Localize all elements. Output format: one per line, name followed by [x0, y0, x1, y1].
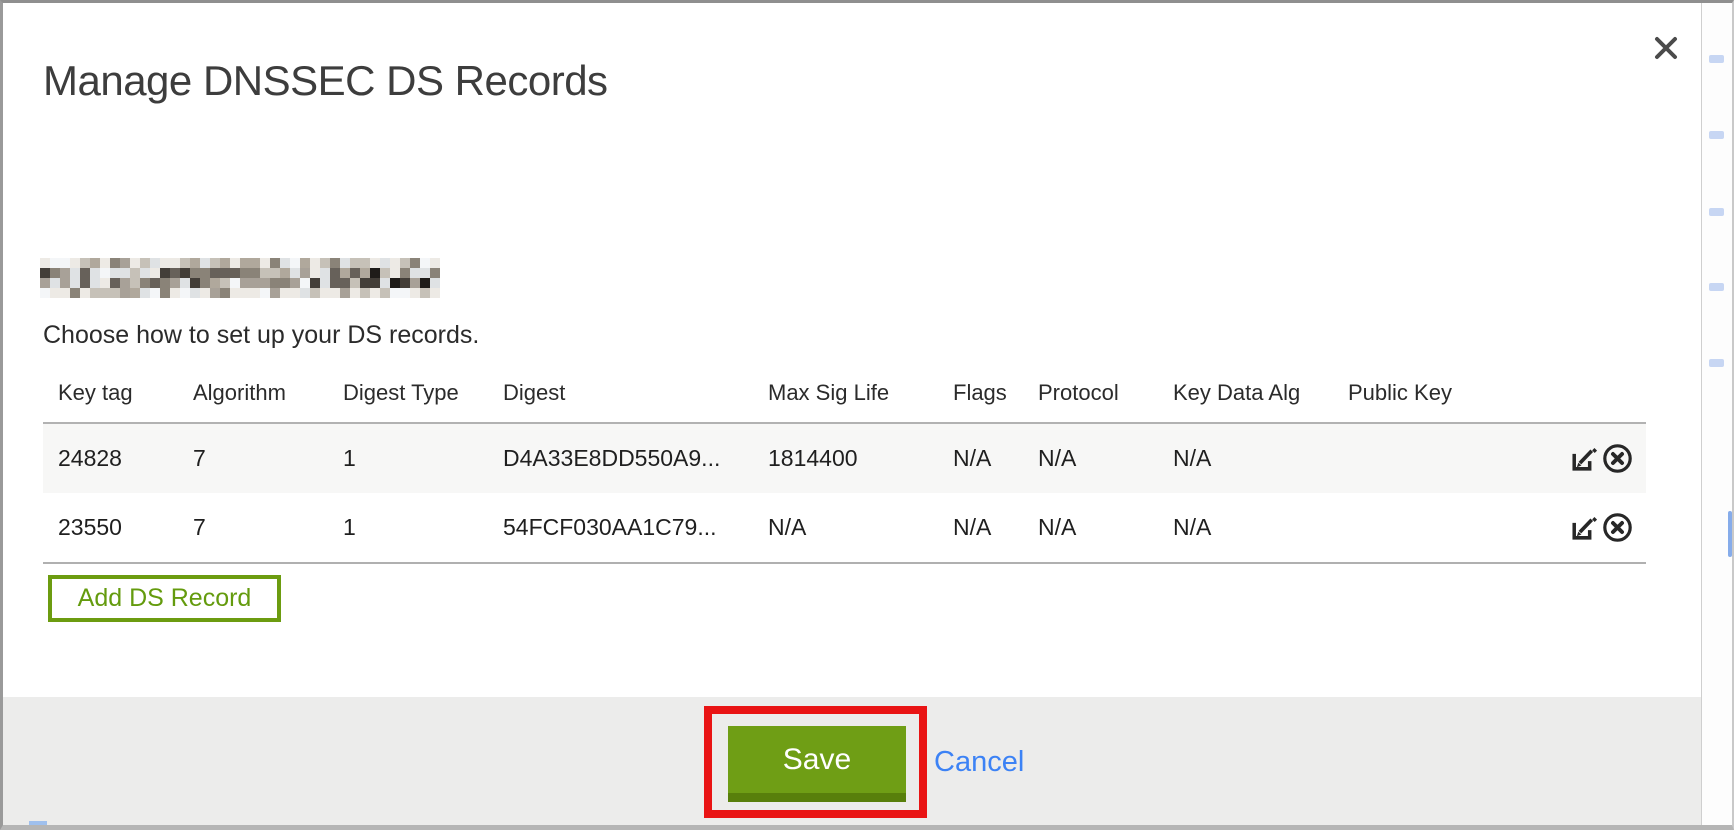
background-page-strip: [1702, 3, 1732, 825]
edit-icon: [1567, 511, 1600, 544]
cell-protocol: N/A: [1038, 445, 1173, 472]
cell-digest-type: 1: [343, 514, 503, 541]
table-row: 24828 7 1 D4A33E8DD550A9... 1814400 N/A …: [43, 424, 1646, 493]
cell-max-sig-life: N/A: [768, 514, 953, 541]
cell-key-data-alg: N/A: [1173, 445, 1348, 472]
cell-digest-type: 1: [343, 445, 503, 472]
instruction-text: Choose how to set up your DS records.: [43, 321, 479, 350]
table-row: 23550 7 1 54FCF030AA1C79... N/A N/A N/A …: [43, 493, 1646, 562]
cell-protocol: N/A: [1038, 514, 1173, 541]
table-header-row: Key tag Algorithm Digest Type Digest Max…: [43, 363, 1646, 422]
domain-name-redacted: [40, 258, 440, 298]
row-actions: [1508, 511, 1646, 544]
close-button[interactable]: [1645, 27, 1687, 69]
ds-records-table: Key tag Algorithm Digest Type Digest Max…: [43, 363, 1646, 564]
cell-algorithm: 7: [193, 514, 343, 541]
background-scrollbar-thumb: [1728, 511, 1732, 557]
table-body: 24828 7 1 D4A33E8DD550A9... 1814400 N/A …: [43, 422, 1646, 564]
column-header-protocol: Protocol: [1038, 380, 1173, 406]
background-artifact: [1709, 55, 1724, 63]
column-header-public-key: Public Key: [1348, 380, 1508, 406]
cell-flags: N/A: [953, 445, 1038, 472]
cancel-link[interactable]: Cancel: [934, 746, 1024, 779]
edit-record-button[interactable]: [1567, 511, 1600, 544]
cell-key-tag: 23550: [58, 514, 193, 541]
cell-flags: N/A: [953, 514, 1038, 541]
edit-record-button[interactable]: [1567, 442, 1600, 475]
cell-algorithm: 7: [193, 445, 343, 472]
column-header-digest: Digest: [503, 380, 768, 406]
edit-icon: [1567, 442, 1600, 475]
column-header-key-data-alg: Key Data Alg: [1173, 380, 1348, 406]
circle-x-icon: [1601, 511, 1634, 544]
cell-digest: 54FCF030AA1C79...: [503, 514, 768, 541]
cell-digest: D4A33E8DD550A9...: [503, 445, 768, 472]
cell-key-data-alg: N/A: [1173, 514, 1348, 541]
column-header-flags: Flags: [953, 380, 1038, 406]
close-icon: [1649, 53, 1683, 68]
screenshot-frame: Manage DNSSEC DS Records Choose how to s…: [0, 0, 1734, 830]
column-header-algorithm: Algorithm: [193, 380, 343, 406]
save-button[interactable]: Save: [728, 726, 906, 802]
column-header-key-tag: Key tag: [58, 380, 193, 406]
background-artifact: [1709, 208, 1724, 216]
circle-x-icon: [1601, 442, 1634, 475]
column-header-digest-type: Digest Type: [343, 380, 503, 406]
modal-title: Manage DNSSEC DS Records: [43, 57, 608, 105]
background-artifact: [1709, 359, 1724, 367]
column-header-max-sig-life: Max Sig Life: [768, 380, 953, 406]
background-artifact: [29, 821, 47, 827]
cell-max-sig-life: 1814400: [768, 445, 953, 472]
delete-record-button[interactable]: [1601, 511, 1634, 544]
manage-dnssec-modal: Manage DNSSEC DS Records Choose how to s…: [3, 3, 1702, 825]
add-ds-record-button[interactable]: Add DS Record: [48, 575, 281, 622]
delete-record-button[interactable]: [1601, 442, 1634, 475]
cell-key-tag: 24828: [58, 445, 193, 472]
row-actions: [1508, 442, 1646, 475]
background-artifact: [1709, 131, 1724, 139]
background-artifact: [1709, 283, 1724, 291]
